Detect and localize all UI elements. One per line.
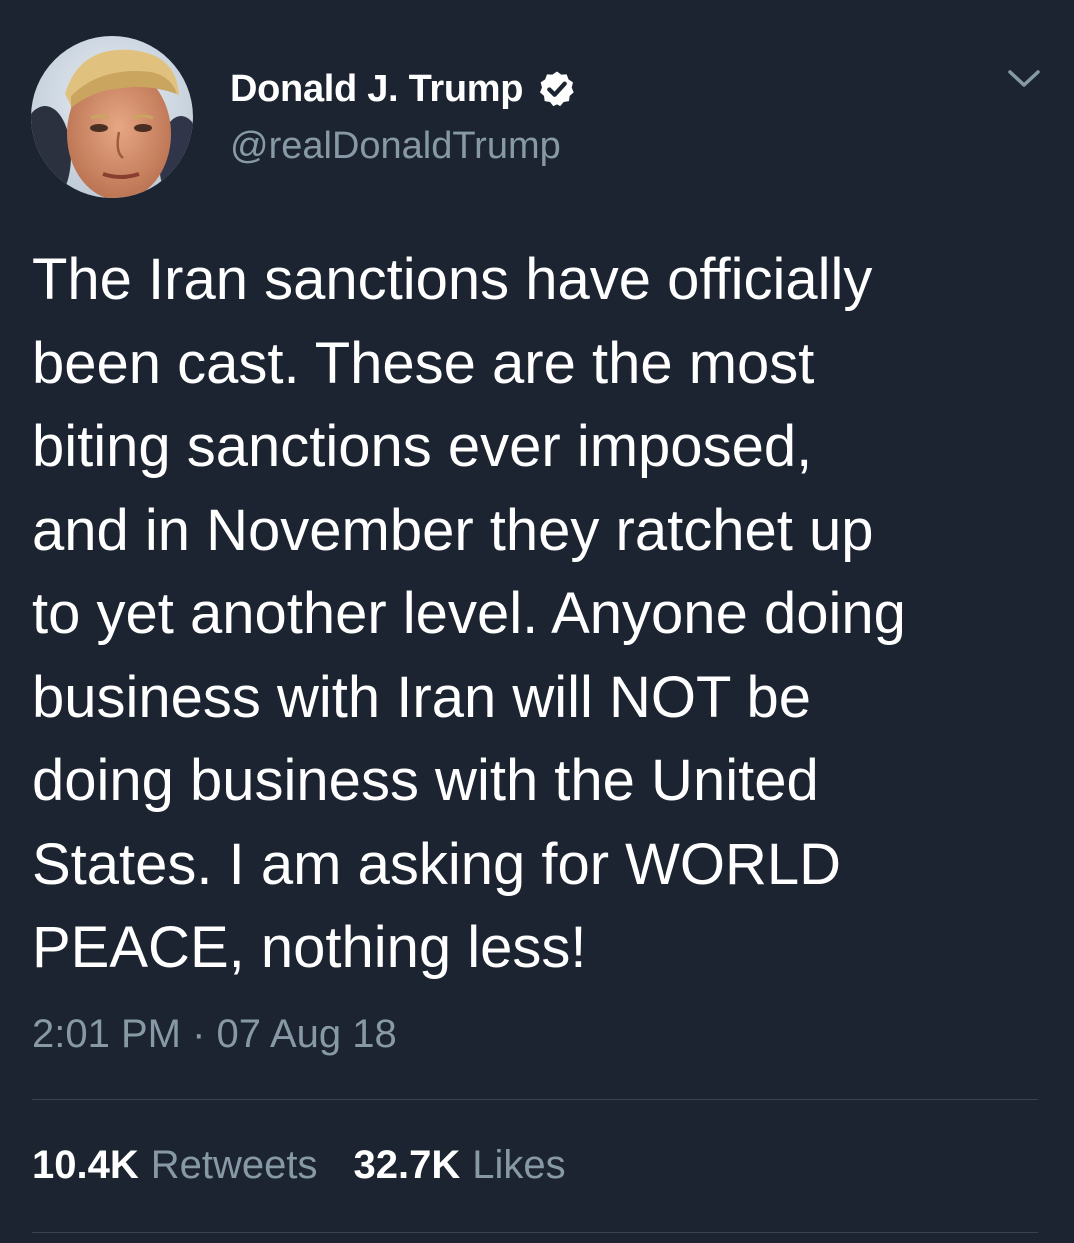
profile-photo [31,36,193,198]
tweet-text-line: doing business with the United [32,748,819,813]
avatar[interactable] [31,36,193,198]
divider [32,1099,1038,1100]
tweet-text-line: biting sanctions ever imposed, [32,414,813,479]
timestamp-separator: · [192,1012,206,1056]
tweet-time: 2:01 PM [32,1012,181,1056]
retweets-label: Retweets [150,1143,318,1187]
likes-count: 32.7K [353,1143,461,1187]
tweet-text-line: and in November they ratchet up [32,497,874,563]
tweet-text-line: States. I am asking for WORLD [32,831,842,897]
author-handle[interactable]: @realDonaldTrump [230,125,561,168]
tweet-timestamp[interactable]: 2:01 PM · 07 Aug 18 [32,1012,397,1057]
tweet-text: The Iran sanctions have officially been … [32,238,1042,990]
tweet-text-line: PEACE, nothing less! [32,915,587,980]
tweet-stats: 10.4K Retweets 32.7K Likes [32,1143,566,1188]
tweet-text-line: The Iran sanctions have officially [32,247,873,312]
chevron-down-icon[interactable] [1004,64,1044,92]
author-name-row[interactable]: Donald J. Trump [230,63,577,115]
likes-stat[interactable]: 32.7K Likes [354,1143,566,1188]
display-name[interactable]: Donald J. Trump [230,68,524,111]
verified-badge-icon [540,71,574,107]
tweet-text-line: business with Iran will NOT be [32,664,812,730]
tweet-date: 07 Aug 18 [216,1012,397,1056]
retweets-stat[interactable]: 10.4K Retweets [32,1143,318,1188]
divider [32,1232,1038,1233]
tweet-text-line: been cast. These are the most [32,330,815,396]
tweet-text-line: to yet another level. Anyone doing [32,581,906,646]
likes-label: Likes [472,1143,566,1187]
retweets-count: 10.4K [32,1143,139,1187]
